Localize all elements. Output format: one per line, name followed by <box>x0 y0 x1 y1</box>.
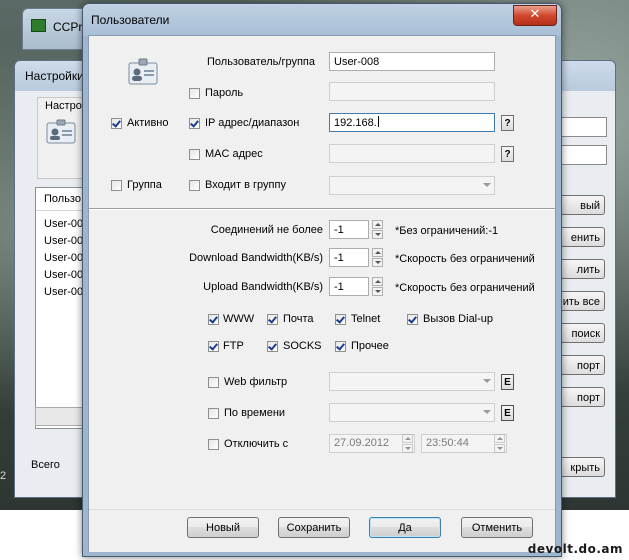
text-caret <box>377 116 379 127</box>
web-filter-label: Web фильтр <box>224 376 288 388</box>
telnet-checkbox[interactable] <box>335 314 346 325</box>
www-label: WWW <box>223 313 255 325</box>
yes-button[interactable]: Да <box>369 517 441 538</box>
download-input[interactable] <box>329 248 369 267</box>
mail-label: Почта <box>283 313 314 325</box>
upload-input[interactable] <box>329 277 369 296</box>
chevron-down-icon <box>483 379 491 383</box>
window-title: Настройки <box>25 69 84 83</box>
password-label: Пароль <box>205 87 244 99</box>
password-checkbox[interactable] <box>189 88 200 99</box>
dialog-title: Пользователи <box>91 13 170 27</box>
connections-hint: *Без ограничений:-1 <box>395 225 499 237</box>
upload-spinner[interactable] <box>372 277 383 296</box>
id-card-icon <box>128 58 158 85</box>
ip-help-button[interactable]: ? <box>501 115 514 131</box>
right-field <box>555 117 607 137</box>
by-time-edit-button[interactable]: E <box>501 405 514 421</box>
close-button[interactable]: крыть <box>555 457 605 477</box>
users-dialog[interactable]: Пользователи ✕ Пользователь/группа Парол… <box>82 3 562 557</box>
dialog-footer: Новый Сохранить Да Отменить <box>89 509 555 552</box>
chevron-down-icon <box>483 410 491 414</box>
download-hint: *Скорость без ограничений <box>395 253 535 265</box>
list-item[interactable]: User-00 <box>44 286 83 298</box>
dialup-checkbox[interactable] <box>407 314 418 325</box>
other-checkbox[interactable] <box>335 341 346 352</box>
join-group-select <box>329 176 495 195</box>
mac-address-input <box>329 144 495 163</box>
telnet-label: Telnet <box>351 313 381 325</box>
list-item[interactable]: User-00 <box>44 252 83 264</box>
join-group-label: Входит в группу <box>205 179 286 191</box>
join-group-checkbox[interactable] <box>189 180 200 191</box>
active-checkbox[interactable] <box>111 118 122 129</box>
list-item[interactable]: User-00 <box>44 269 83 281</box>
search-button[interactable]: поиск <box>555 323 605 343</box>
upload-label: Upload Bandwidth(KB/s) <box>203 281 323 293</box>
list-item[interactable]: User-00 <box>44 235 83 247</box>
import-button[interactable]: порт <box>555 355 605 375</box>
delete-all-button[interactable]: ить все <box>555 291 605 311</box>
disable-time-spinner <box>494 434 505 453</box>
new-user-button[interactable]: вый <box>555 195 605 215</box>
download-label: Download Bandwidth(KB/s) <box>189 252 323 264</box>
edit-user-button[interactable]: енить <box>555 227 605 247</box>
web-filter-select <box>329 372 495 391</box>
close-icon[interactable]: ✕ <box>513 5 557 26</box>
download-spinner[interactable] <box>372 248 383 267</box>
mac-label: MAC адрес <box>205 148 263 160</box>
cancel-button[interactable]: Отменить <box>461 517 533 538</box>
socks-label: SOCKS <box>283 340 322 352</box>
mac-help-button[interactable]: ? <box>501 146 514 162</box>
by-time-checkbox[interactable] <box>208 408 219 419</box>
disable-from-checkbox[interactable] <box>208 439 219 450</box>
socks-checkbox[interactable] <box>267 341 278 352</box>
ip-checkbox[interactable] <box>189 118 200 129</box>
group-checkbox[interactable] <box>111 180 122 191</box>
list-item[interactable]: User-00 <box>44 218 83 230</box>
disable-from-label: Отключить с <box>224 438 289 450</box>
group-box-label: Настро <box>43 100 84 112</box>
right-field <box>555 145 607 165</box>
total-label: Всего <box>31 459 60 471</box>
ftp-checkbox[interactable] <box>208 341 219 352</box>
by-time-select <box>329 403 495 422</box>
user-group-input[interactable] <box>329 52 495 71</box>
user-group-label: Пользователь/группа <box>207 56 315 68</box>
connections-label: Соединений не более <box>210 224 323 236</box>
delete-user-button[interactable]: лить <box>555 259 605 279</box>
dialup-label: Вызов Dial-up <box>423 313 494 325</box>
group-label: Группа <box>127 179 162 191</box>
web-filter-checkbox[interactable] <box>208 377 219 388</box>
connections-input[interactable] <box>329 220 369 239</box>
new-button[interactable]: Новый <box>187 517 259 538</box>
app-icon <box>31 19 46 32</box>
www-checkbox[interactable] <box>208 314 219 325</box>
ip-label: IP адрес/диапазон <box>205 117 300 129</box>
mac-checkbox[interactable] <box>189 149 200 160</box>
id-card-icon <box>46 119 76 144</box>
separator <box>89 208 555 210</box>
other-label: Прочее <box>351 340 389 352</box>
by-time-label: По времени <box>224 407 286 419</box>
save-button[interactable]: Сохранить <box>278 517 350 538</box>
chevron-down-icon <box>483 183 491 187</box>
connections-spinner[interactable] <box>372 220 383 239</box>
active-label: Активно <box>127 117 169 129</box>
export-button[interactable]: порт <box>555 387 605 407</box>
upload-hint: *Скорость без ограничений <box>395 282 535 294</box>
disable-date-spinner <box>402 434 413 453</box>
web-filter-edit-button[interactable]: E <box>501 374 514 390</box>
ip-address-input[interactable]: 192.168. <box>329 113 495 132</box>
watermark: devolt.do.am <box>527 542 623 556</box>
left-edge-text: 2 <box>0 470 7 482</box>
mail-checkbox[interactable] <box>267 314 278 325</box>
dialog-client-area: Пользователь/группа Пароль Активно IP ад… <box>88 35 556 552</box>
password-input <box>329 82 495 101</box>
ftp-label: FTP <box>223 340 244 352</box>
